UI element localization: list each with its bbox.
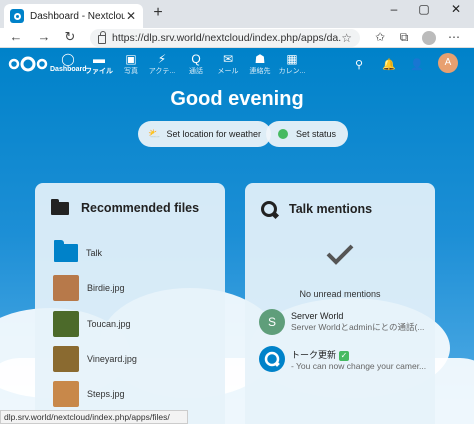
favorite-star-icon[interactable]: ☆ bbox=[341, 31, 352, 45]
app-activity[interactable]: ⚡ アクテ... bbox=[144, 52, 180, 76]
talk-mentions-panel: Talk mentions No unread mentions S Serve… bbox=[245, 183, 435, 424]
mention-item[interactable]: S Server World Server Worldとadminにとの通話(.… bbox=[259, 308, 429, 336]
app-label: ファイル bbox=[85, 68, 113, 75]
status-button-label: Set status bbox=[296, 129, 337, 139]
app-label: 通話 bbox=[189, 68, 203, 75]
url-text: https://dlp.srv.world/nextcloud/index.ph… bbox=[112, 32, 342, 44]
file-item[interactable]: Toucan.jpg bbox=[53, 310, 223, 338]
mention-item[interactable]: トーク更新 ✓ - You can now change your camer..… bbox=[259, 345, 429, 373]
forward-icon[interactable]: → bbox=[36, 29, 52, 44]
mention-subtitle: - You can now change your camer... bbox=[291, 360, 427, 371]
app-files[interactable]: ▬ ファイル bbox=[81, 52, 117, 76]
mention-subtitle: Server Worldとadminにとの通話(... bbox=[291, 322, 425, 332]
file-name: Birdie.jpg bbox=[87, 283, 125, 293]
online-status-icon bbox=[278, 129, 288, 139]
panel-title: Talk mentions bbox=[289, 202, 373, 216]
refresh-icon[interactable]: ↻ bbox=[62, 29, 78, 45]
talk-icon bbox=[261, 201, 277, 217]
app-mail[interactable]: ✉ メール bbox=[210, 52, 246, 76]
nextcloud-dashboard: ◯ Dashboard ▬ ファイル ▣ 写真 ⚡ アクテ... Q 通話 ✉ … bbox=[0, 48, 474, 424]
checkmark-icon bbox=[326, 244, 354, 265]
browser-tab-bar: Dashboard - Nextcloud ✕ + – ▢ ✕ bbox=[0, 0, 474, 28]
contacts-menu-icon[interactable]: 👤 bbox=[410, 58, 424, 71]
minimize-button[interactable]: – bbox=[384, 2, 404, 16]
recommended-files-header: Recommended files bbox=[51, 198, 200, 215]
file-item[interactable]: Birdie.jpg bbox=[53, 274, 223, 302]
app-talk[interactable]: Q 通話 bbox=[178, 52, 214, 76]
set-status-button[interactable]: Set status bbox=[266, 121, 349, 147]
browser-toolbar: ← → ↻ https://dlp.srv.world/nextcloud/in… bbox=[0, 28, 474, 48]
file-name: Toucan.jpg bbox=[87, 319, 131, 329]
mention-text: Server World Server Worldとadminにとの通話(... bbox=[291, 311, 429, 333]
app-label: カレン... bbox=[278, 68, 306, 75]
avatar: S bbox=[259, 309, 285, 335]
app-label: アクテ... bbox=[148, 68, 176, 75]
file-item[interactable]: Steps.jpg bbox=[53, 380, 223, 408]
maximize-button[interactable]: ▢ bbox=[414, 2, 434, 16]
calendar-icon: ▦ bbox=[286, 52, 298, 66]
mention-title-text: トーク更新 bbox=[291, 349, 337, 360]
new-tab-button[interactable]: + bbox=[150, 4, 166, 22]
contacts-icon: ☗ bbox=[254, 52, 266, 66]
app-label: 連絡先 bbox=[249, 68, 271, 75]
image-thumbnail bbox=[53, 346, 79, 372]
image-thumbnail bbox=[53, 381, 79, 407]
image-thumbnail bbox=[53, 275, 79, 301]
checkmark-badge-icon: ✓ bbox=[339, 350, 350, 361]
app-label: メール bbox=[217, 68, 239, 75]
nextcloud-favicon-icon bbox=[10, 9, 24, 23]
user-avatar[interactable]: A bbox=[438, 53, 458, 73]
recommended-files-panel: Recommended files Talk Birdie.jpg Toucan… bbox=[35, 183, 225, 424]
more-menu-icon[interactable]: ⋯ bbox=[446, 30, 462, 44]
app-calendar[interactable]: ▦ カレン... bbox=[274, 52, 310, 76]
tab-title: Dashboard - Nextcloud bbox=[30, 10, 125, 22]
talk-icon bbox=[264, 351, 280, 367]
collections-icon[interactable]: ⧉ bbox=[396, 30, 412, 45]
folder-icon bbox=[54, 240, 78, 262]
lock-icon bbox=[98, 31, 106, 44]
mention-text: トーク更新 ✓ - You can now change your camer..… bbox=[291, 348, 429, 371]
file-item[interactable]: Vineyard.jpg bbox=[53, 345, 223, 373]
panel-title: Recommended files bbox=[81, 201, 200, 215]
favorites-icon[interactable]: ✩ bbox=[372, 30, 388, 44]
browser-status-url: dlp.srv.world/nextcloud/index.php/apps/f… bbox=[0, 410, 188, 424]
mail-icon: ✉ bbox=[222, 52, 234, 66]
browser-tab[interactable]: Dashboard - Nextcloud ✕ bbox=[4, 4, 143, 28]
notifications-icon[interactable]: 🔔 bbox=[382, 58, 396, 71]
weather-icon: ⛅ bbox=[148, 128, 161, 140]
nextcloud-logo-icon[interactable] bbox=[8, 56, 48, 72]
no-mentions-text: No unread mentions bbox=[299, 289, 381, 299]
talk-icon: Q bbox=[191, 52, 201, 66]
close-window-button[interactable]: ✕ bbox=[446, 2, 466, 16]
mention-title: Server World bbox=[291, 311, 344, 321]
search-icon[interactable]: ⚲ bbox=[352, 58, 366, 71]
file-item[interactable]: Talk bbox=[53, 239, 223, 267]
folder-icon: ▬ bbox=[93, 52, 105, 66]
address-bar[interactable]: https://dlp.srv.world/nextcloud/index.ph… bbox=[90, 29, 360, 47]
nextcloud-header: ◯ Dashboard ▬ ファイル ▣ 写真 ⚡ アクテ... Q 通話 ✉ … bbox=[0, 48, 474, 80]
profile-avatar[interactable] bbox=[422, 31, 436, 45]
talk-mentions-header: Talk mentions bbox=[261, 201, 372, 217]
image-thumbnail bbox=[53, 311, 79, 337]
file-name: Talk bbox=[86, 248, 103, 258]
app-contacts[interactable]: ☗ 連絡先 bbox=[242, 52, 278, 76]
mention-title: トーク更新 ✓ bbox=[291, 348, 429, 361]
greeting-title: Good evening bbox=[170, 88, 304, 110]
weather-button-label: Set location for weather bbox=[166, 129, 262, 139]
close-tab-icon[interactable]: ✕ bbox=[125, 9, 137, 23]
talk-avatar-icon bbox=[259, 346, 285, 372]
set-weather-button[interactable]: ⛅ Set location for weather bbox=[138, 121, 272, 147]
folder-icon bbox=[51, 198, 69, 215]
file-name: Steps.jpg bbox=[87, 389, 125, 399]
activity-icon: ⚡ bbox=[157, 52, 167, 66]
file-name: Vineyard.jpg bbox=[87, 354, 137, 364]
back-icon[interactable]: ← bbox=[8, 29, 24, 44]
